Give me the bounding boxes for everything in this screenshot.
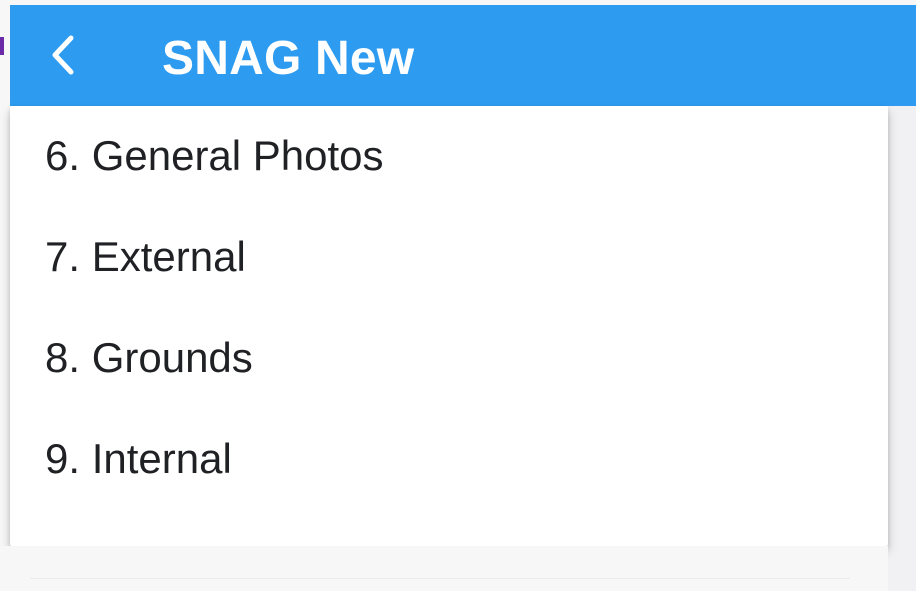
left-edge [0, 106, 10, 546]
background-strip [888, 106, 916, 591]
back-button[interactable] [38, 27, 88, 83]
menu-item-general-photos[interactable]: 6. General Photos [10, 106, 888, 206]
screen: SNAG New 6. General Photos 7. External 8… [0, 0, 916, 591]
menu-item-label: 6. General Photos [45, 132, 384, 179]
background-area [0, 546, 888, 591]
menu-item-external[interactable]: 7. External [10, 206, 888, 307]
page-title: SNAG New [162, 32, 415, 85]
chevron-left-icon [50, 34, 76, 76]
menu-item-label: 9. Internal [45, 434, 232, 482]
left-accent-mark [0, 37, 4, 55]
menu-item-label: 8. Grounds [45, 333, 253, 381]
menu-item-grounds[interactable]: 8. Grounds [10, 307, 888, 408]
app-bar: SNAG New [10, 5, 916, 106]
menu-item-internal[interactable]: 9. Internal [10, 408, 888, 509]
menu-item-label: 7. External [45, 232, 246, 280]
dropdown-menu: 6. General Photos 7. External 8. Grounds… [10, 106, 888, 546]
divider [30, 578, 850, 579]
